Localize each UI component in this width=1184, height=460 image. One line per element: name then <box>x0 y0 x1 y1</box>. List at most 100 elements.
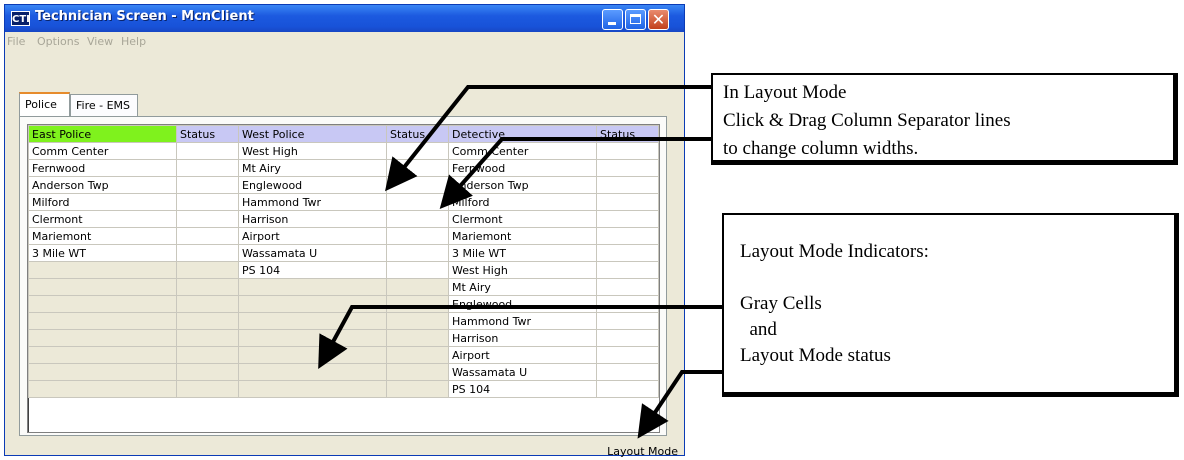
grid-cell-status[interactable] <box>596 380 659 398</box>
grid-cell-west-police[interactable] <box>238 295 387 313</box>
header-status[interactable]: Status <box>176 125 239 143</box>
grid-cell-west-police[interactable]: Englewood <box>238 176 387 194</box>
grid-cell-east-police[interactable]: Milford <box>28 193 177 211</box>
grid-cell-status[interactable] <box>176 312 239 330</box>
grid-cell-detective[interactable]: Wassamata U <box>448 363 597 381</box>
grid-cell-status[interactable] <box>176 193 239 211</box>
grid-cell-east-police[interactable]: Comm Center <box>28 142 177 160</box>
grid-cell-west-police[interactable]: Hammond Twr <box>238 193 387 211</box>
grid-cell-detective[interactable]: PS 104 <box>448 380 597 398</box>
grid-cell-status[interactable] <box>596 193 659 211</box>
grid-cell-east-police[interactable]: 3 Mile WT <box>28 244 177 262</box>
tab-police[interactable]: Police <box>19 92 70 116</box>
grid-cell-status[interactable] <box>386 346 449 364</box>
grid-cell-west-police[interactable] <box>238 312 387 330</box>
grid-cell-west-police[interactable]: Wassamata U <box>238 244 387 262</box>
tab-fire-ems[interactable]: Fire - EMS <box>70 94 138 116</box>
grid-cell-status[interactable] <box>386 142 449 160</box>
grid-cell-detective[interactable]: Fernwood <box>448 159 597 177</box>
grid-cell-status[interactable] <box>176 227 239 245</box>
grid-cell-east-police[interactable]: Mariemont <box>28 227 177 245</box>
grid-cell-status[interactable] <box>176 278 239 296</box>
grid-cell-detective[interactable]: Mt Airy <box>448 278 597 296</box>
grid-cell-status[interactable] <box>596 159 659 177</box>
grid-cell-west-police[interactable] <box>238 346 387 364</box>
grid-cell-status[interactable] <box>176 159 239 177</box>
grid-cell-status[interactable] <box>176 142 239 160</box>
grid-cell-east-police[interactable] <box>28 312 177 330</box>
grid-cell-status[interactable] <box>596 312 659 330</box>
grid-cell-west-police[interactable] <box>238 380 387 398</box>
grid-cell-status[interactable] <box>176 244 239 262</box>
grid-cell-detective[interactable]: Airport <box>448 346 597 364</box>
grid-cell-status[interactable] <box>176 380 239 398</box>
grid-cell-status[interactable] <box>596 346 659 364</box>
grid-cell-status[interactable] <box>386 261 449 279</box>
grid-cell-detective[interactable]: Comm Center <box>448 142 597 160</box>
grid-cell-status[interactable] <box>386 295 449 313</box>
grid-cell-east-police[interactable] <box>28 278 177 296</box>
grid-cell-status[interactable] <box>596 363 659 381</box>
grid-cell-status[interactable] <box>386 329 449 347</box>
grid-cell-detective[interactable]: Clermont <box>448 210 597 228</box>
grid-cell-west-police[interactable] <box>238 329 387 347</box>
grid-cell-east-police[interactable] <box>28 363 177 381</box>
grid-cell-status[interactable] <box>176 210 239 228</box>
close-button[interactable]: ✕ <box>648 9 669 30</box>
grid-cell-status[interactable] <box>596 329 659 347</box>
grid-cell-status[interactable] <box>176 329 239 347</box>
grid-cell-status[interactable] <box>386 278 449 296</box>
grid-cell-detective[interactable]: Milford <box>448 193 597 211</box>
grid-cell-east-police[interactable] <box>28 329 177 347</box>
maximize-button[interactable] <box>625 9 646 30</box>
grid-cell-status[interactable] <box>596 210 659 228</box>
grid-cell-status[interactable] <box>596 176 659 194</box>
grid-cell-east-police[interactable]: Fernwood <box>28 159 177 177</box>
header-east-police[interactable]: East Police <box>28 125 177 143</box>
grid-cell-status[interactable] <box>596 295 659 313</box>
grid-cell-west-police[interactable]: PS 104 <box>238 261 387 279</box>
grid-cell-detective[interactable]: Anderson Twp <box>448 176 597 194</box>
grid-cell-status[interactable] <box>386 312 449 330</box>
grid-cell-status[interactable] <box>596 261 659 279</box>
header-west-police[interactable]: West Police <box>238 125 387 143</box>
grid-cell-west-police[interactable]: West High <box>238 142 387 160</box>
header-status[interactable]: Status <box>596 125 659 143</box>
header-status[interactable]: Status <box>386 125 449 143</box>
grid-cell-status[interactable] <box>386 244 449 262</box>
grid-cell-status[interactable] <box>596 278 659 296</box>
menu-file[interactable]: File <box>7 35 25 48</box>
grid-cell-status[interactable] <box>386 176 449 194</box>
grid-cell-status[interactable] <box>176 176 239 194</box>
grid-cell-east-police[interactable] <box>28 261 177 279</box>
menu-view[interactable]: View <box>87 35 113 48</box>
menu-help[interactable]: Help <box>121 35 146 48</box>
assignment-grid[interactable]: East Police Status West Police Status Detect… <box>27 124 660 433</box>
grid-cell-status[interactable] <box>596 142 659 160</box>
grid-cell-west-police[interactable] <box>238 278 387 296</box>
grid-cell-status[interactable] <box>386 159 449 177</box>
grid-cell-east-police[interactable]: Clermont <box>28 210 177 228</box>
title-bar[interactable]: CTI Technician Screen - McnClient ✕ <box>5 5 684 32</box>
grid-cell-detective[interactable]: 3 Mile WT <box>448 244 597 262</box>
grid-cell-status[interactable] <box>596 227 659 245</box>
grid-cell-west-police[interactable]: Mt Airy <box>238 159 387 177</box>
minimize-button[interactable] <box>602 9 623 30</box>
grid-cell-west-police[interactable] <box>238 363 387 381</box>
grid-cell-status[interactable] <box>176 346 239 364</box>
grid-cell-west-police[interactable]: Airport <box>238 227 387 245</box>
grid-cell-status[interactable] <box>176 363 239 381</box>
grid-cell-status[interactable] <box>386 380 449 398</box>
menu-options[interactable]: Options <box>37 35 79 48</box>
grid-cell-status[interactable] <box>176 295 239 313</box>
grid-cell-detective[interactable]: Harrison <box>448 329 597 347</box>
grid-cell-east-police[interactable] <box>28 295 177 313</box>
grid-cell-west-police[interactable]: Harrison <box>238 210 387 228</box>
grid-cell-detective[interactable]: Hammond Twr <box>448 312 597 330</box>
grid-cell-status[interactable] <box>176 261 239 279</box>
grid-cell-east-police[interactable] <box>28 346 177 364</box>
grid-cell-east-police[interactable]: Anderson Twp <box>28 176 177 194</box>
grid-cell-status[interactable] <box>386 363 449 381</box>
grid-cell-detective[interactable]: Englewood <box>448 295 597 313</box>
grid-cell-status[interactable] <box>386 193 449 211</box>
